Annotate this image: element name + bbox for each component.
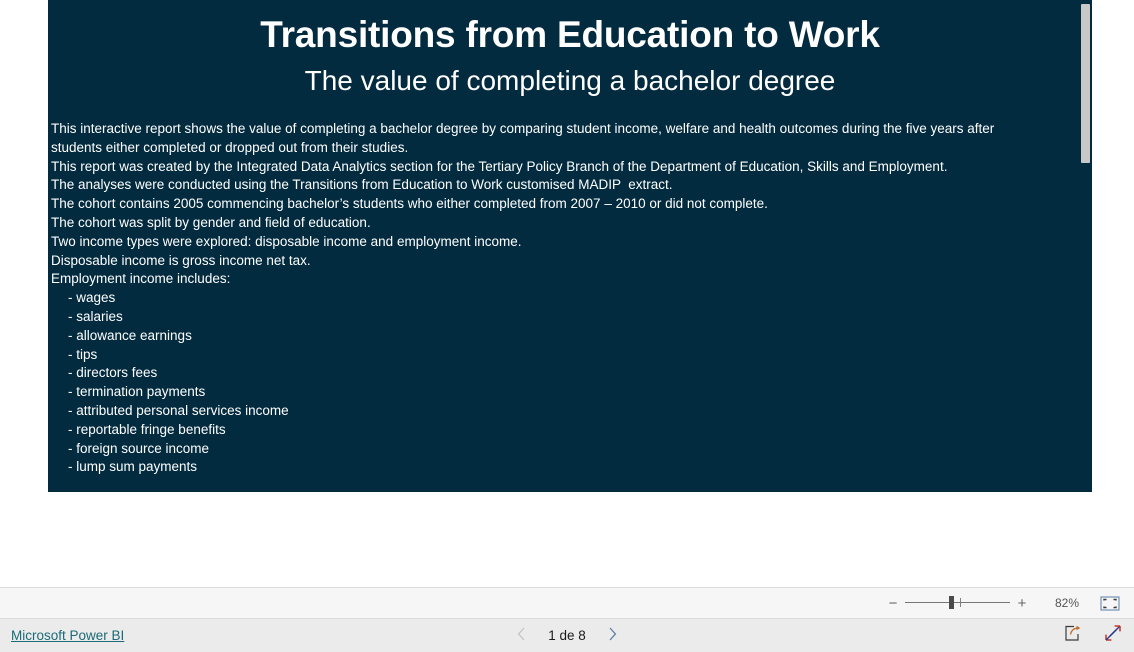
status-bar-actions: [1065, 624, 1122, 647]
zoom-slider[interactable]: [905, 594, 1010, 612]
report-scrollbar[interactable]: [1079, 0, 1092, 492]
body-list-item: - lump sum payments: [68, 459, 198, 475]
chevron-right-icon: [609, 627, 617, 641]
zoom-controls: − + 82%: [884, 594, 1134, 612]
chevron-left-icon: [517, 627, 525, 641]
body-paragraph: This interactive report shows the value …: [51, 121, 999, 155]
body-paragraph: Two income types were explored: disposab…: [51, 233, 522, 249]
body-paragraph: This report was created by the Integrate…: [51, 158, 948, 174]
body-paragraph: The cohort contains 2005 commencing bach…: [51, 196, 768, 212]
prev-page-button[interactable]: [517, 627, 526, 644]
zoom-slider-thumb[interactable]: [949, 596, 954, 609]
body-paragraph: The cohort was split by gender and field…: [51, 214, 371, 230]
body-list-item: - allowance earnings: [68, 327, 192, 343]
fit-to-page-icon: [1100, 596, 1120, 610]
status-bar: Microsoft Power BI 1 de 8: [0, 619, 1134, 652]
next-page-button[interactable]: [608, 627, 617, 644]
body-paragraph: The analyses were conducted using the Tr…: [51, 177, 673, 193]
body-list-item: - wages: [68, 290, 116, 306]
page-navigation: 1 de 8: [517, 627, 617, 644]
zoom-slider-rail: [905, 602, 1010, 603]
body-list-item: - tips: [68, 346, 98, 362]
body-list-item: - reportable fringe benefits: [68, 421, 226, 437]
zoom-slider-tick: [960, 598, 961, 607]
page-title: Transitions from Education to Work: [260, 14, 880, 55]
fullscreen-button[interactable]: [1104, 624, 1122, 647]
body-paragraph: Disposable income is gross income net ta…: [51, 252, 311, 268]
body-list-item: - attributed personal services income: [68, 402, 289, 418]
report-body-text: This interactive report shows the value …: [51, 120, 1051, 477]
powerbi-brand-link[interactable]: Microsoft Power BI: [11, 628, 124, 643]
report-canvas[interactable]: Transitions from Education to Work The v…: [48, 0, 1092, 492]
page-indicator: 1 de 8: [548, 628, 586, 643]
share-button[interactable]: [1065, 625, 1082, 646]
fit-to-page-button[interactable]: [1099, 595, 1121, 612]
body-list-item: - foreign source income: [68, 440, 210, 456]
body-paragraph: Employment income includes:: [51, 271, 231, 287]
zoom-in-button[interactable]: +: [1013, 596, 1031, 611]
zoom-level-label: 82%: [1054, 596, 1079, 610]
zoom-out-button[interactable]: −: [884, 596, 902, 611]
share-icon: [1065, 625, 1081, 641]
body-list-item: - salaries: [68, 308, 123, 324]
zoom-toolbar: − + 82%: [0, 587, 1134, 619]
report-scrollbar-thumb[interactable]: [1081, 4, 1090, 163]
report-page: Transitions from Education to Work The v…: [48, 0, 1092, 492]
fullscreen-icon: [1105, 625, 1121, 641]
body-list-item: - directors fees: [68, 365, 158, 381]
body-list-item: - termination payments: [68, 384, 206, 400]
page-subtitle: The value of completing a bachelor degre…: [304, 65, 836, 96]
